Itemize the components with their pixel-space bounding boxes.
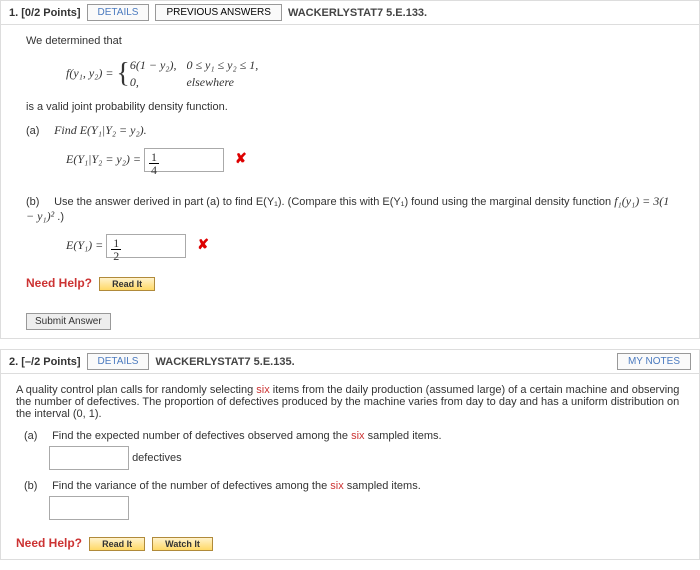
part-a-answer-input[interactable]: 1 4 <box>144 148 224 172</box>
part-b-prompt: Use the answer derived in part (a) to fi… <box>26 196 669 223</box>
piecewise: { 6(1 − y₂), 0 ≤ y₁ ≤ y₂ ≤ 1, 0, elsewhe… <box>116 57 268 91</box>
q1-part-a: (a) Find E(Y₁|Y₂ = y₂). <box>26 123 674 138</box>
question-1-header: 1. [0/2 Points] DETAILS PREVIOUS ANSWERS… <box>1 1 699 25</box>
q2b-answer-input[interactable] <box>49 496 129 520</box>
previous-answers-button[interactable]: PREVIOUS ANSWERS <box>155 4 281 21</box>
q2b-prompt-1: Find the variance of the number of defec… <box>52 480 330 492</box>
submit-answer-button[interactable]: Submit Answer <box>26 313 111 330</box>
part-b-prompt-2: .) <box>57 211 64 223</box>
question-2-header: 2. [–/2 Points] DETAILS WACKERLYSTAT7 5.… <box>1 350 699 374</box>
watch-it-button[interactable]: Watch It <box>152 537 213 551</box>
piece2-expr: 0, <box>130 74 187 91</box>
q2-part-b-label: (b) <box>24 480 49 492</box>
piece1-expr: 6(1 − y₂), <box>130 57 187 74</box>
q2a-unit: defectives <box>132 452 182 464</box>
wrong-icon: ✘ <box>235 152 247 167</box>
q2a-prompt-1: Find the expected number of defectives o… <box>52 430 351 442</box>
question-2: 2. [–/2 Points] DETAILS WACKERLYSTAT7 5.… <box>0 349 700 560</box>
question-2-body: A quality control plan calls for randoml… <box>1 374 699 559</box>
need-help-label: Need Help? <box>26 276 92 290</box>
need-help-label: Need Help? <box>16 536 82 550</box>
part-a-lhs: E(Y₁|Y₂ = y₂) = <box>66 152 144 166</box>
part-b-answer-row: E(Y₁) = 1 2 ✘ <box>26 234 674 258</box>
q1-points: 1. [0/2 Points] <box>9 7 81 19</box>
q2-part-a: (a) Find the expected number of defectiv… <box>16 430 691 442</box>
q2b-prompt-2: sampled items. <box>344 480 421 492</box>
details-button[interactable]: DETAILS <box>87 4 150 21</box>
question-1: 1. [0/2 Points] DETAILS PREVIOUS ANSWERS… <box>0 0 700 339</box>
pdf-lhs: f(y₁, y₂) = <box>66 66 116 80</box>
details-button[interactable]: DETAILS <box>87 353 150 370</box>
q2a-six: six <box>351 430 364 442</box>
q2a-answer-row: defectives <box>16 446 691 470</box>
q1-part-b: (b) Use the answer derived in part (a) t… <box>26 194 674 224</box>
q2-points: 2. [–/2 Points] <box>9 356 81 368</box>
q1-assignment: WACKERLYSTAT7 5.E.133. <box>288 7 427 19</box>
read-it-button[interactable]: Read It <box>89 537 145 551</box>
q2b-answer-row <box>16 496 691 520</box>
part-b-prompt-1: Use the answer derived in part (a) to fi… <box>54 196 614 208</box>
q2-part-b-prompt: Find the variance of the number of defec… <box>52 480 421 492</box>
q1-pdf: f(y₁, y₂) = { 6(1 − y₂), 0 ≤ y₁ ≤ y₂ ≤ 1… <box>26 57 674 91</box>
q2-intro: A quality control plan calls for randoml… <box>16 384 691 420</box>
part-a-answer-row: E(Y₁|Y₂ = y₂) = 1 4 ✘ <box>26 148 674 172</box>
frac-den: 4 <box>149 164 159 176</box>
piece1-cond: 0 ≤ y₁ ≤ y₂ ≤ 1, <box>186 57 268 74</box>
need-help-row: Need Help? Read It <box>26 276 674 291</box>
q2b-six: six <box>330 480 343 492</box>
part-a-prompt: Find E(Y₁|Y₂ = y₂). <box>54 123 147 137</box>
question-1-body: We determined that f(y₁, y₂) = { 6(1 − y… <box>1 25 699 338</box>
q2-part-a-label: (a) <box>24 430 49 442</box>
part-b-lhs: E(Y₁) = <box>66 238 106 252</box>
my-notes-button[interactable]: MY NOTES <box>617 353 691 370</box>
q2-assignment: WACKERLYSTAT7 5.E.135. <box>155 356 294 368</box>
q1-valid-line: is a valid joint probability density fun… <box>26 101 674 113</box>
part-b-answer-frac: 1 2 <box>111 237 121 262</box>
q2-need-help-row: Need Help? Read It Watch It <box>16 536 691 551</box>
q2-part-a-prompt: Find the expected number of defectives o… <box>52 430 442 442</box>
part-a-answer-frac: 1 4 <box>149 151 159 176</box>
q2-intro-six: six <box>256 384 269 396</box>
q1-intro: We determined that <box>26 35 674 47</box>
read-it-button[interactable]: Read It <box>99 277 155 291</box>
part-a-label: (a) <box>26 125 51 137</box>
q2-part-b: (b) Find the variance of the number of d… <box>16 480 691 492</box>
q2a-answer-input[interactable] <box>49 446 129 470</box>
q2a-prompt-2: sampled items. <box>365 430 442 442</box>
part-b-label: (b) <box>26 196 51 208</box>
wrong-icon: ✘ <box>197 238 209 253</box>
brace-icon: { <box>116 63 129 85</box>
piece2-cond: elsewhere <box>186 74 268 91</box>
q2-intro-1: A quality control plan calls for randoml… <box>16 384 256 396</box>
part-b-answer-input[interactable]: 1 2 <box>106 234 186 258</box>
frac-den: 2 <box>111 250 121 262</box>
